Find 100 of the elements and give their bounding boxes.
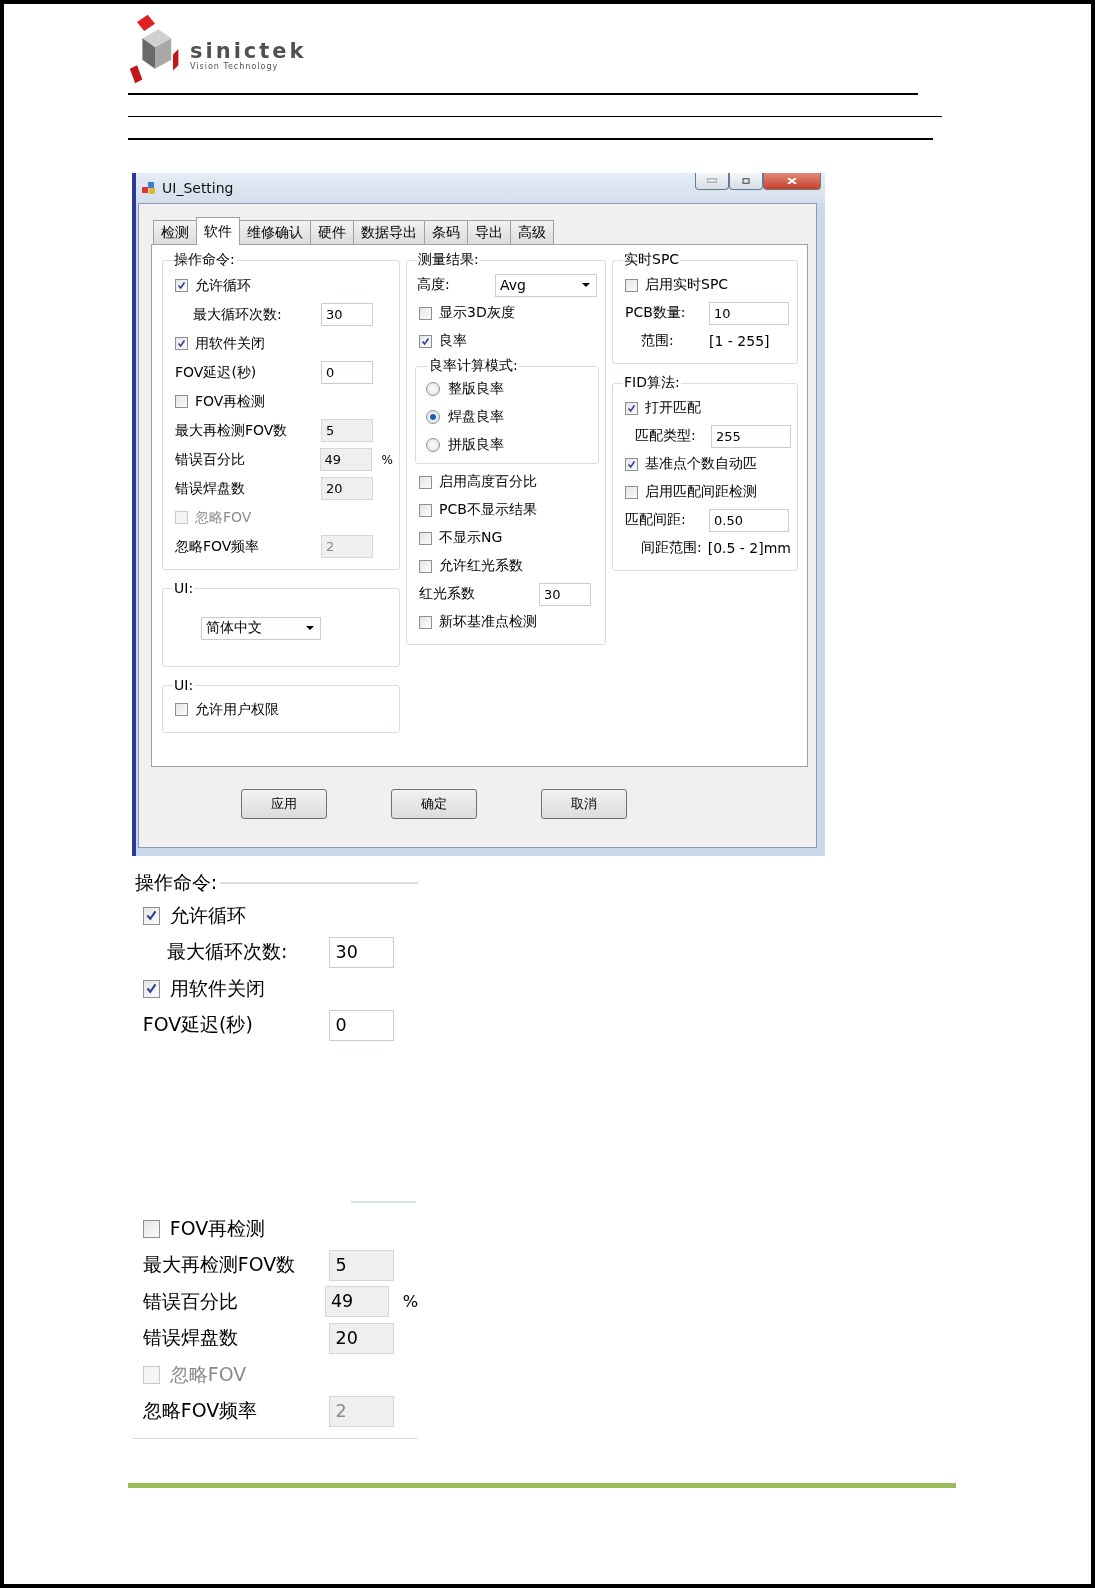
field-label: 高度: xyxy=(416,276,451,294)
radio-label: 整版良率 xyxy=(448,380,504,398)
checkbox[interactable] xyxy=(419,503,432,517)
range-text: [0.5 - 2]mm xyxy=(707,540,791,556)
radio-button[interactable] xyxy=(426,438,440,452)
checkbox-label: 启用高度百分比 xyxy=(439,473,537,491)
group-title: FID算法: xyxy=(623,374,681,392)
tab[interactable]: 软件 xyxy=(196,217,240,245)
text-field[interactable]: 0 xyxy=(321,361,373,384)
checkbox-label: 显示3D灰度 xyxy=(439,304,515,322)
text-field[interactable]: 0 xyxy=(329,1009,394,1041)
checkbox[interactable] xyxy=(175,703,188,716)
checkbox-label: PCB不显示结果 xyxy=(439,501,537,519)
dropdown[interactable]: 简体中文 xyxy=(201,616,321,640)
group-title: UI: xyxy=(173,580,195,596)
checkbox[interactable] xyxy=(419,334,432,348)
tab[interactable]: 数据导出 xyxy=(353,220,425,244)
checkbox-label: 忽略FOV xyxy=(169,1361,247,1387)
tab[interactable]: 硬件 xyxy=(310,220,354,244)
checkbox[interactable] xyxy=(625,457,638,471)
text-field[interactable]: 5 xyxy=(329,1249,394,1281)
text-field[interactable]: 255 xyxy=(711,424,791,448)
checkbox-label: 启用匹配间距检测 xyxy=(645,483,757,501)
checkbox-label: 允许用户权限 xyxy=(195,700,279,719)
checkbox-label: 忽略FOV xyxy=(195,508,252,527)
range-text: [1 - 255] xyxy=(709,333,770,349)
tab[interactable]: 高级 xyxy=(510,220,554,244)
text-field[interactable]: 49 xyxy=(319,448,372,471)
tab[interactable]: 检测 xyxy=(153,220,197,244)
maximize-button[interactable] xyxy=(729,173,763,190)
text-field[interactable]: 5 xyxy=(321,419,373,442)
field-label: 错误焊盘数 xyxy=(174,479,246,498)
tab[interactable]: 导出 xyxy=(467,220,511,244)
brand-name: sinictek xyxy=(190,40,307,62)
checkbox[interactable] xyxy=(419,615,432,629)
field-label: 范围: xyxy=(640,332,675,350)
field-label: FOV延迟(秒) xyxy=(141,1012,254,1038)
checkbox[interactable] xyxy=(142,980,161,998)
checkbox[interactable] xyxy=(175,337,188,350)
field-label: 间距范围: xyxy=(640,539,703,557)
maximize-icon xyxy=(741,178,751,184)
checkbox[interactable] xyxy=(419,559,432,573)
checkbox-label: 启用实时SPC xyxy=(645,276,729,294)
group-title: 测量结果: xyxy=(417,251,480,269)
checkbox-label: 打开匹配 xyxy=(645,399,701,417)
window-title: UI_Setting xyxy=(162,180,234,196)
checkbox-label: 新坏基准点检测 xyxy=(439,613,537,631)
dialog-button[interactable]: 应用 xyxy=(241,789,327,819)
checkbox[interactable] xyxy=(625,401,638,415)
checkbox[interactable] xyxy=(142,1220,161,1238)
checkbox[interactable] xyxy=(419,306,432,320)
checkbox[interactable] xyxy=(142,907,161,925)
close-button[interactable] xyxy=(763,173,821,190)
checkbox-label: 基准点个数自动匹 xyxy=(645,455,757,473)
minimize-button[interactable] xyxy=(695,173,729,190)
text-field[interactable]: 20 xyxy=(321,477,373,500)
checkbox[interactable] xyxy=(175,395,188,408)
field-label: 最大循环次数: xyxy=(192,305,283,324)
text-field[interactable]: 0.50 xyxy=(709,508,789,532)
checkbox-label: 良率 xyxy=(439,332,467,350)
checkbox[interactable] xyxy=(625,485,638,499)
text-field[interactable]: 49 xyxy=(324,1286,390,1318)
checkbox[interactable] xyxy=(419,475,432,489)
unit-label: % xyxy=(381,452,393,467)
field-label: 最大再检测FOV数 xyxy=(141,1252,297,1278)
caret-icon xyxy=(306,626,314,630)
checkbox-label: 用软件关闭 xyxy=(195,334,265,353)
radio-label: 拼版良率 xyxy=(448,436,504,454)
checkbox-label: 不显示NG xyxy=(439,529,503,547)
dialog-button[interactable]: 取消 xyxy=(541,789,627,819)
radio-button[interactable] xyxy=(426,410,440,424)
text-field[interactable]: 30 xyxy=(329,936,394,968)
field-label: 忽略FOV频率 xyxy=(141,1398,259,1424)
checkbox[interactable] xyxy=(175,279,188,292)
field-label: FOV延迟(秒) xyxy=(174,363,258,382)
dropdown[interactable]: Avg xyxy=(495,273,597,297)
checkbox[interactable] xyxy=(625,278,638,292)
field-label: 最大循环次数: xyxy=(166,939,289,965)
tab[interactable]: 条码 xyxy=(424,220,468,244)
radio-button[interactable] xyxy=(426,382,440,396)
checkbox[interactable] xyxy=(419,531,432,545)
field-label: 红光系数 xyxy=(418,585,476,603)
group-title: UI: xyxy=(173,677,195,693)
checkbox-label: 允许循环 xyxy=(195,276,251,295)
field-label: 错误焊盘数 xyxy=(141,1325,239,1351)
text-field[interactable]: 20 xyxy=(329,1322,394,1354)
text-field[interactable]: 30 xyxy=(321,303,373,326)
unit-label: % xyxy=(402,1292,419,1312)
group-title: 操作命令: xyxy=(133,869,219,895)
checkbox-label: 允许红光系数 xyxy=(439,557,523,575)
checkbox-label: FOV再检测 xyxy=(195,392,266,411)
dialog-button[interactable]: 确定 xyxy=(391,789,477,819)
tab[interactable]: 维修确认 xyxy=(239,220,311,244)
field-label: 匹配间距: xyxy=(624,511,687,529)
field-label: 错误百分比 xyxy=(174,450,246,469)
field-label: 最大再检测FOV数 xyxy=(174,421,289,440)
checkbox-label: 用软件关闭 xyxy=(169,975,265,1001)
text-field[interactable]: 30 xyxy=(539,582,591,606)
text-field[interactable]: 10 xyxy=(709,301,789,325)
caret-icon xyxy=(582,283,590,287)
